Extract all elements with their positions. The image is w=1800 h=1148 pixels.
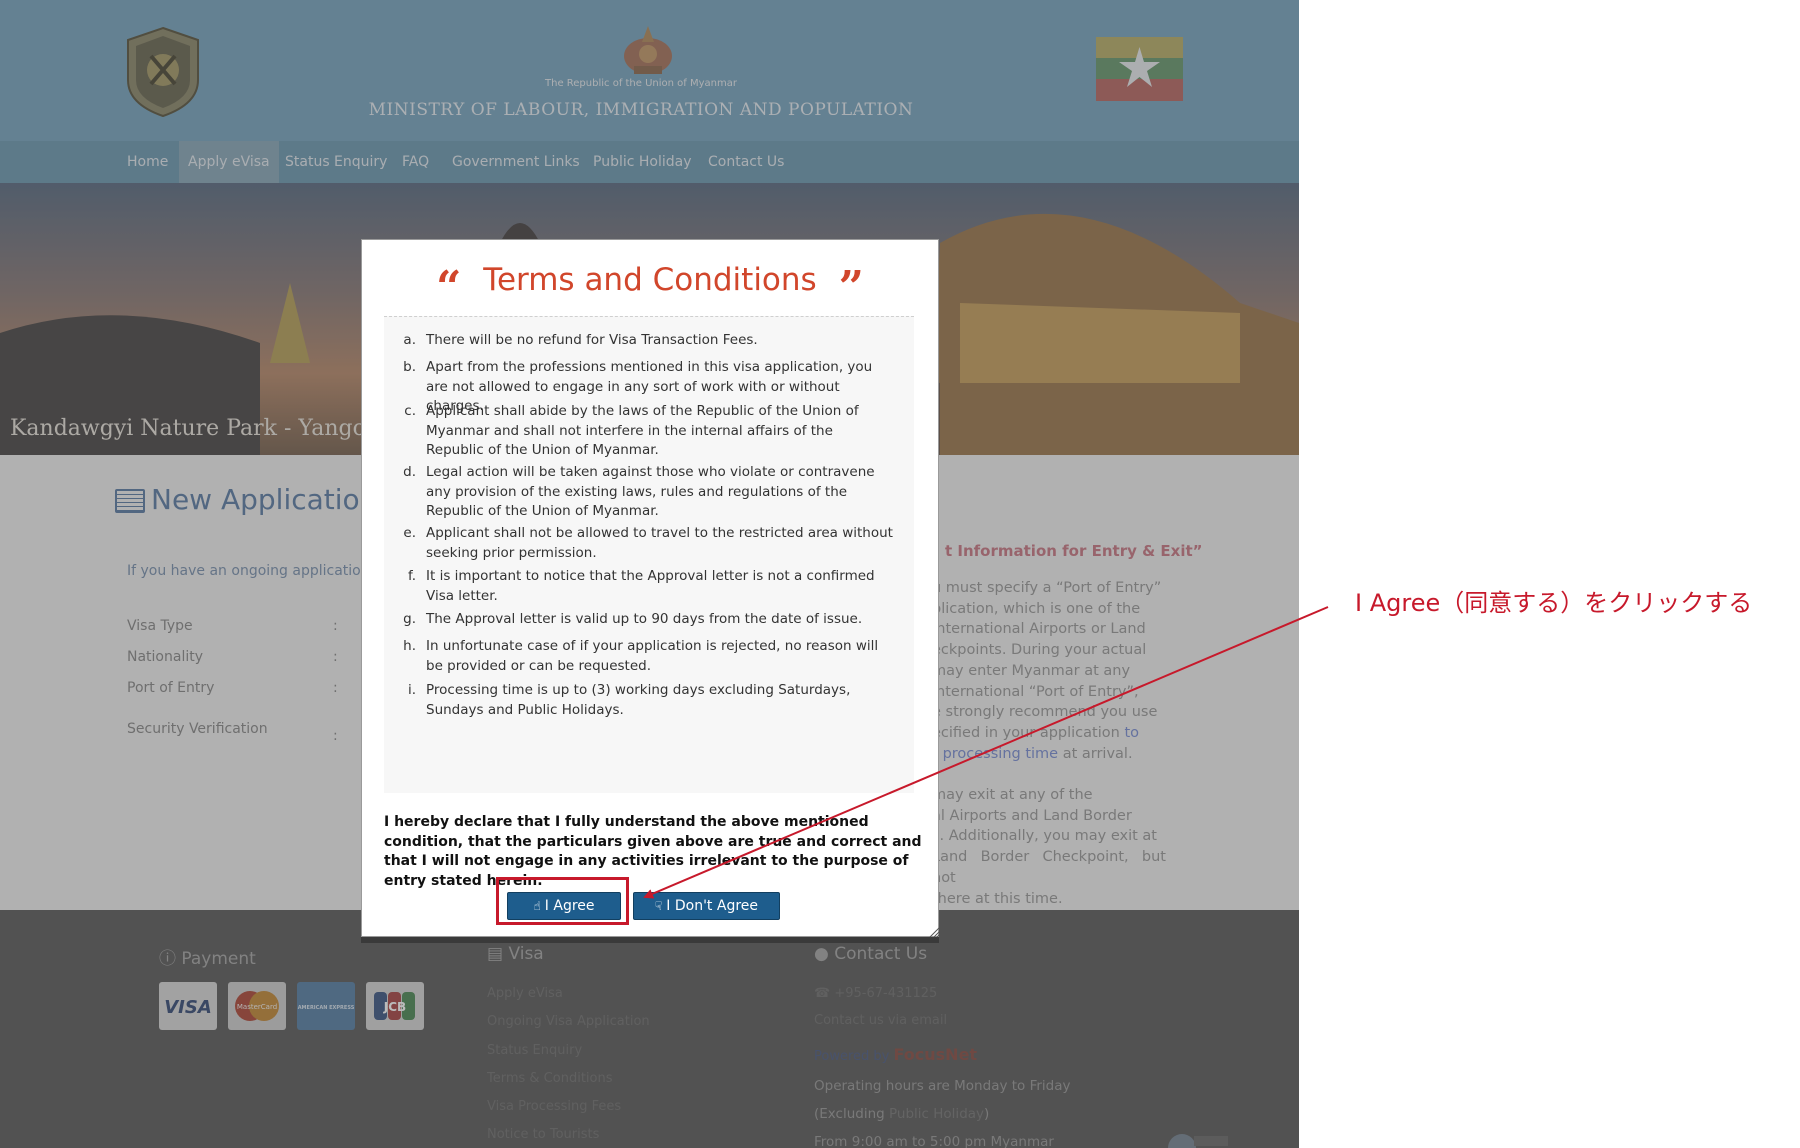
close-quote-icon: ” — [838, 262, 864, 313]
resize-grip-icon[interactable] — [928, 926, 940, 938]
term-item: a. There will be no refund for Visa Trans… — [403, 332, 758, 348]
declaration-text: I hereby declare that I fully understand… — [384, 814, 922, 889]
term-item: h. In unfortunate case of if your applica… — [403, 638, 879, 674]
terms-list: a. There will be no refund for Visa Trans… — [384, 316, 914, 793]
agree-button-highlight — [496, 877, 629, 925]
term-item: f. It is important to notice that the App… — [407, 568, 875, 604]
modal-title: “ Terms and Conditions ” — [436, 262, 864, 313]
disagree-button[interactable]: ☟ I Don't Agree — [633, 892, 780, 920]
term-item: i. Processing time is up to (3) working d… — [407, 682, 851, 718]
terms-modal: “ Terms and Conditions ” a. There will be… — [361, 239, 940, 938]
term-item: c. Applicant shall abide by the laws of t… — [404, 403, 859, 458]
website-page: The Republic of the Union of Myanmar MIN… — [0, 0, 1299, 1148]
term-item: e. Applicant shall not be allowed to trav… — [403, 525, 893, 561]
annotation-callout: I Agree（同意する）をクリックする — [1355, 589, 1753, 617]
thumbs-down-icon: ☟ — [654, 899, 663, 913]
open-quote-icon: “ — [436, 262, 462, 313]
term-item: d. Legal action will be taken against tho… — [403, 464, 875, 519]
term-item: g. The Approval letter is valid up to 90 … — [403, 611, 863, 627]
